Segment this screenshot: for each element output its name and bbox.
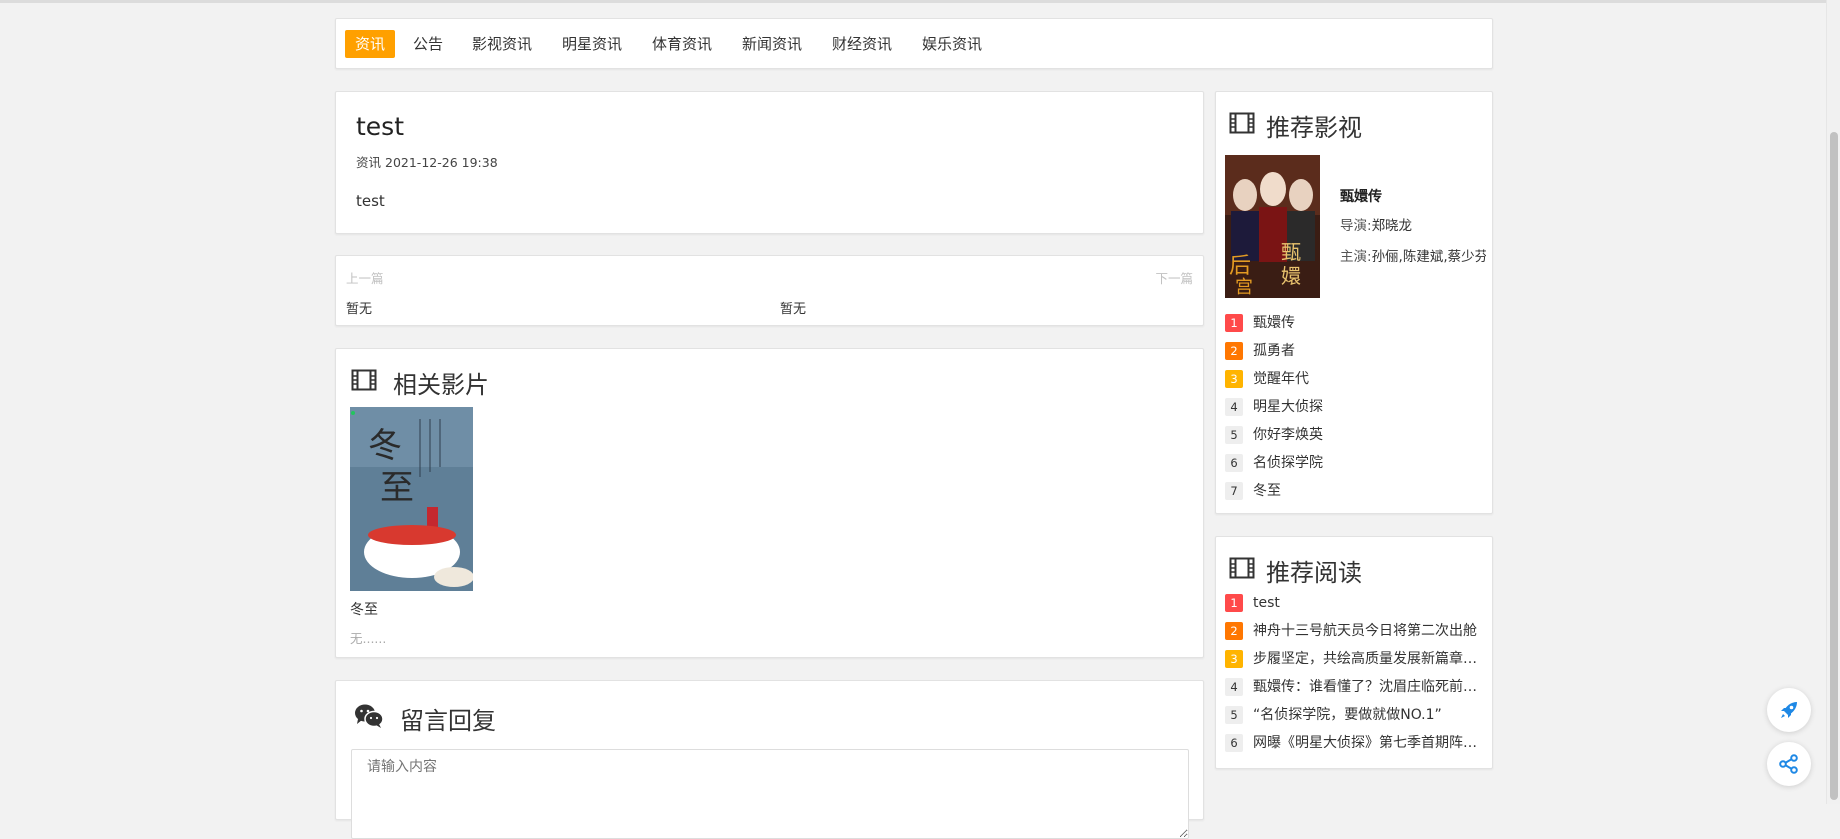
scrollbar-thumb[interactable] — [1830, 132, 1838, 800]
recommended-reading-title: 推荐阅读 — [1266, 559, 1362, 587]
rank-number: 5 — [1225, 426, 1243, 444]
svg-text:嬛: 嬛 — [1281, 264, 1301, 288]
read-rank-item[interactable]: 4 甄嬛传：谁看懂了？沈眉庄临死前…… — [1225, 676, 1485, 696]
article-title: test — [356, 112, 405, 141]
read-rank-title[interactable]: 甄嬛传：谁看懂了？沈眉庄临死前…… — [1253, 676, 1481, 698]
director-value: 郑晓龙 — [1371, 218, 1413, 234]
back-to-top-button[interactable] — [1767, 688, 1811, 732]
read-rank-item[interactable]: 2 神舟十三号航天员今日将第二次出舱 — [1225, 620, 1485, 640]
rank-number: 6 — [1225, 734, 1243, 752]
rank-number: 4 — [1225, 678, 1243, 696]
rank-number: 5 — [1225, 706, 1243, 724]
cast-label: 主演: — [1340, 249, 1372, 265]
svg-text:后: 后 — [1229, 254, 1251, 279]
read-rank-title[interactable]: “名侦探学院，要做就做NO.1” — [1253, 704, 1481, 726]
comment-title: 留言回复 — [400, 707, 496, 735]
movie-rank-title[interactable]: 觉醒年代 — [1253, 368, 1481, 390]
article-date: 2021-12-26 19:38 — [385, 155, 498, 170]
related-movies-card: 相关影片 冬 至 冬至 无...... — [335, 348, 1204, 658]
read-rank-title[interactable]: test — [1253, 592, 1481, 614]
svg-text:至: 至 — [380, 468, 414, 508]
comment-card: 留言回复 — [335, 680, 1204, 839]
prev-next-card: 上一篇 下一篇 暂无 暂无 — [335, 255, 1204, 326]
comment-input[interactable] — [351, 749, 1189, 839]
featured-director: 导演:郑晓龙 — [1340, 214, 1412, 234]
movie-rank-title[interactable]: 孤勇者 — [1253, 340, 1481, 362]
rank-number: 3 — [1225, 370, 1243, 388]
movie-rank-item[interactable]: 4 明星大侦探 — [1225, 396, 1485, 416]
nav-item-yingshi[interactable]: 影视资讯 — [462, 30, 542, 58]
nav-item-tiyu[interactable]: 体育资讯 — [642, 30, 722, 58]
rank-number: 3 — [1225, 650, 1243, 668]
film-icon — [1229, 112, 1255, 138]
article-category[interactable]: 资讯 — [356, 155, 381, 170]
article-card: test 资讯 2021-12-26 19:38 test — [335, 91, 1204, 234]
recommended-reading-card: 推荐阅读 1 test 2 神舟十三号航天员今日将第二次出舱 3 步履坚定，共绘… — [1215, 536, 1493, 769]
rank-number: 2 — [1225, 342, 1243, 360]
featured-cast: 主演:孙俪,陈建斌,蔡少芬 — [1340, 245, 1486, 265]
movie-rank-item[interactable]: 2 孤勇者 — [1225, 340, 1485, 360]
movie-rank-item[interactable]: 6 名侦探学院 — [1225, 452, 1485, 472]
svg-text:甄: 甄 — [1281, 240, 1301, 264]
svg-text:冬: 冬 — [368, 426, 402, 466]
nav-item-yule[interactable]: 娱乐资讯 — [912, 30, 992, 58]
next-article-link[interactable]: 暂无 — [780, 298, 806, 317]
nav-item-xinwen[interactable]: 新闻资讯 — [732, 30, 812, 58]
featured-movie-poster[interactable]: 后 甄 嬛 宫 — [1225, 155, 1320, 298]
prev-article-link[interactable]: 暂无 — [346, 298, 372, 317]
movie-rank-title[interactable]: 名侦探学院 — [1253, 452, 1481, 474]
rank-number: 2 — [1225, 622, 1243, 640]
nav-item-mingxing[interactable]: 明星资讯 — [552, 30, 632, 58]
top-border — [0, 0, 1840, 3]
read-rank-item[interactable]: 5 “名侦探学院，要做就做NO.1” — [1225, 704, 1485, 724]
recommended-movies-card: 推荐影视 后 甄 嬛 宫 甄嬛传 导演:郑晓龙 主演:孙俪,陈建斌,蔡少芬 1 … — [1215, 91, 1493, 514]
article-body: test — [356, 192, 385, 210]
svg-text:宫: 宫 — [1235, 277, 1253, 298]
recommended-movies-title: 推荐影视 — [1266, 114, 1362, 142]
read-rank-title[interactable]: 网曝《明星大侦探》第七季首期阵…… — [1253, 732, 1481, 754]
nav-item-zixun[interactable]: 资讯 — [345, 30, 396, 58]
read-rank-item[interactable]: 6 网曝《明星大侦探》第七季首期阵…… — [1225, 732, 1485, 752]
film-icon — [1229, 557, 1255, 583]
wechat-icon — [354, 703, 384, 733]
movie-rank-item[interactable]: 3 觉醒年代 — [1225, 368, 1485, 388]
read-rank-item[interactable]: 1 test — [1225, 592, 1485, 612]
prev-label: 上一篇 — [346, 271, 384, 286]
related-movie-poster[interactable]: 冬 至 — [350, 407, 473, 591]
rank-number: 7 — [1225, 482, 1243, 500]
rank-number: 1 — [1225, 594, 1243, 612]
rank-number: 6 — [1225, 454, 1243, 472]
movie-rank-title[interactable]: 冬至 — [1253, 480, 1481, 502]
read-rank-item[interactable]: 3 步履坚定，共绘高质量发展新篇章…… — [1225, 648, 1485, 668]
page-scrollbar[interactable] — [1826, 0, 1840, 804]
related-movie-title[interactable]: 冬至 — [350, 599, 378, 619]
movie-rank-title[interactable]: 你好李焕英 — [1253, 424, 1481, 446]
movie-rank-title[interactable]: 甄嬛传 — [1253, 312, 1481, 334]
share-button[interactable] — [1767, 742, 1811, 786]
movie-rank-item[interactable]: 5 你好李焕英 — [1225, 424, 1485, 444]
category-nav: 资讯 公告 影视资讯 明星资讯 体育资讯 新闻资讯 财经资讯 娱乐资讯 — [335, 18, 1493, 69]
movie-rank-title[interactable]: 明星大侦探 — [1253, 396, 1481, 418]
film-icon — [351, 369, 377, 395]
read-rank-title[interactable]: 步履坚定，共绘高质量发展新篇章…… — [1253, 648, 1481, 670]
movie-rank-item[interactable]: 1 甄嬛传 — [1225, 312, 1485, 332]
rank-number: 4 — [1225, 398, 1243, 416]
rank-number: 1 — [1225, 314, 1243, 332]
nav-item-caijing[interactable]: 财经资讯 — [822, 30, 902, 58]
movie-rank-item[interactable]: 7 冬至 — [1225, 480, 1485, 500]
next-label: 下一篇 — [1155, 271, 1193, 286]
featured-movie-name[interactable]: 甄嬛传 — [1340, 186, 1382, 206]
related-title: 相关影片 — [393, 371, 489, 399]
read-rank-title[interactable]: 神舟十三号航天员今日将第二次出舱 — [1253, 620, 1481, 642]
article-meta: 资讯 2021-12-26 19:38 — [356, 152, 498, 171]
related-movie-desc: 无...... — [350, 631, 387, 646]
director-label: 导演: — [1340, 218, 1372, 234]
nav-item-gonggao[interactable]: 公告 — [403, 30, 453, 58]
cast-value: 孙俪,陈建斌,蔡少芬 — [1371, 249, 1486, 265]
